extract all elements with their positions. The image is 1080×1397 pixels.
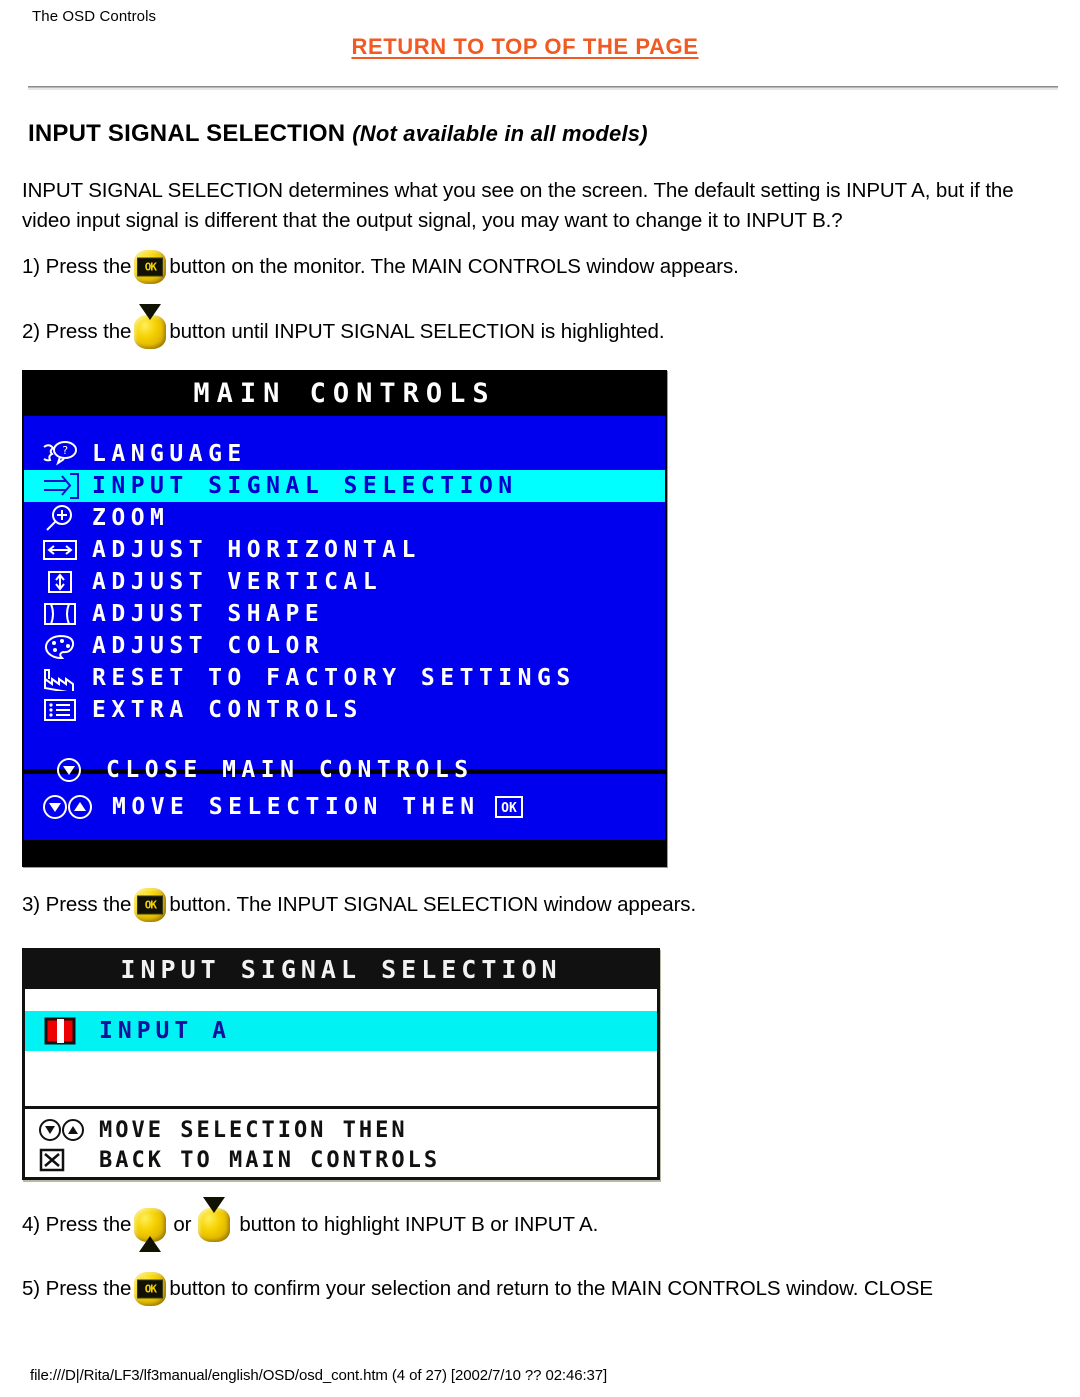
- osd-main-footer-row: MOVE SELECTION THEN OK: [24, 787, 665, 827]
- ok-glyph: OK: [137, 257, 164, 277]
- osd-input-footer: MOVE SELECTION THEN BACK TO MAIN CONTROL…: [25, 1109, 657, 1175]
- move-selection-arrows-icon: [40, 793, 112, 821]
- ok-glyph: OK: [137, 1279, 164, 1299]
- osd-item-adjust-shape[interactable]: ADJUST SHAPE: [24, 598, 665, 630]
- osd-item-adjust-shape-label: ADJUST SHAPE: [92, 600, 325, 627]
- osd-main-menu-list: ? LANGUAGE INPUT SIGNAL SELECTION ZOOM A…: [24, 416, 665, 782]
- osd-item-reset-factory-settings-label: RESET TO FACTORY SETTINGS: [92, 664, 576, 691]
- down-arrow-button-icon[interactable]: [134, 304, 167, 349]
- footer-file-path: file:///D|/Rita/LF3/lf3manual/english/OS…: [30, 1367, 608, 1384]
- step-2-text-before: 2) Press the: [22, 320, 132, 343]
- osd-input-footer-label-1: MOVE SELECTION THEN: [99, 1117, 408, 1143]
- step-5-text-before: 5) Press the: [22, 1277, 132, 1300]
- horizontal-divider: [28, 86, 1058, 90]
- osd-item-extra-controls-label: EXTRA CONTROLS: [92, 696, 363, 723]
- osd-item-adjust-color-label: ADJUST COLOR: [92, 632, 325, 659]
- step-3: 3) Press the OK button. The INPUT SIGNAL…: [22, 888, 696, 922]
- step-1-text-before: 1) Press the: [22, 255, 132, 278]
- adjust-horizontal-icon: [40, 537, 92, 563]
- ok-button-icon[interactable]: OK: [134, 888, 167, 922]
- step-3-text-before: 3) Press the: [22, 893, 132, 916]
- zoom-icon: [40, 504, 92, 532]
- osd-main-controls-window: MAIN CONTROLS ? LANGUAGE INPUT SIGNAL SE…: [22, 370, 667, 867]
- page-title-text: INPUT SIGNAL SELECTION: [28, 120, 346, 147]
- factory-reset-icon: [40, 665, 92, 691]
- osd-item-adjust-vertical-label: ADJUST VERTICAL: [92, 568, 383, 595]
- osd-input-footer-row-2: BACK TO MAIN CONTROLS: [33, 1145, 657, 1175]
- osd-item-input-signal-selection-label: INPUT SIGNAL SELECTION: [92, 472, 518, 499]
- osd-item-adjust-horizontal[interactable]: ADJUST HORIZONTAL: [24, 534, 665, 566]
- svg-text:OK: OK: [501, 801, 517, 816]
- breadcrumb: The OSD Controls: [32, 8, 157, 25]
- step-5: 5) Press the OK button to confirm your s…: [22, 1272, 933, 1306]
- down-arrow-button-icon[interactable]: [198, 1197, 231, 1242]
- osd-item-language-label: LANGUAGE: [92, 440, 247, 467]
- svg-text:?: ?: [62, 444, 69, 457]
- osd-item-adjust-horizontal-label: ADJUST HORIZONTAL: [92, 536, 421, 563]
- input-signal-icon: [40, 472, 92, 500]
- osd-input-item-input-a-label: INPUT A: [99, 1018, 231, 1044]
- osd-main-title: MAIN CONTROLS: [24, 372, 665, 416]
- step-2-text-after: button until INPUT SIGNAL SELECTION is h…: [169, 320, 665, 343]
- adjust-color-icon: [40, 633, 92, 659]
- osd-item-zoom-label: ZOOM: [92, 504, 170, 531]
- page-title-note: (Not available in all models): [352, 121, 648, 146]
- page-title: INPUT SIGNAL SELECTION (Not available in…: [28, 120, 648, 148]
- language-icon: ?: [40, 441, 92, 467]
- ok-button-icon[interactable]: OK: [134, 1272, 167, 1306]
- osd-input-list: INPUT A: [25, 989, 657, 1109]
- step-1: 1) Press the OK button on the monitor. T…: [22, 250, 739, 284]
- step-4-text-before: 4) Press the: [22, 1213, 132, 1236]
- footer-ok-icon: OK: [494, 795, 538, 819]
- osd-item-input-signal-selection[interactable]: INPUT SIGNAL SELECTION: [24, 470, 665, 502]
- osd-list-spacer: [24, 726, 665, 750]
- osd-input-footer-label-2: BACK TO MAIN CONTROLS: [99, 1147, 441, 1173]
- step-4-text-after: button to highlight INPUT B or INPUT A.: [239, 1213, 599, 1236]
- osd-item-reset-factory-settings[interactable]: RESET TO FACTORY SETTINGS: [24, 662, 665, 694]
- osd-input-title: INPUT SIGNAL SELECTION: [25, 951, 657, 989]
- ok-glyph-label: OK: [144, 1282, 157, 1296]
- ok-glyph-label: OK: [144, 260, 157, 274]
- osd-input-footer-row-1: MOVE SELECTION THEN: [33, 1115, 657, 1145]
- adjust-shape-icon: [40, 601, 92, 627]
- up-arrow-button-icon[interactable]: [134, 1208, 167, 1252]
- osd-item-zoom[interactable]: ZOOM: [24, 502, 665, 534]
- adjust-vertical-icon: [40, 569, 92, 595]
- osd-item-language[interactable]: ? LANGUAGE: [24, 438, 665, 470]
- step-3-text-after: button. The INPUT SIGNAL SELECTION windo…: [169, 893, 697, 916]
- ok-button-icon[interactable]: OK: [134, 250, 167, 284]
- input-marker-icon: [43, 1016, 99, 1046]
- osd-input-signal-window: INPUT SIGNAL SELECTION INPUT A MOVE SELE…: [22, 948, 660, 1180]
- return-to-top-container: RETURN TO TOP OF THE PAGE: [0, 34, 1080, 60]
- osd-item-adjust-vertical[interactable]: ADJUST VERTICAL: [24, 566, 665, 598]
- step-1-text-after: button on the monitor. The MAIN CONTROLS…: [169, 255, 739, 278]
- osd-item-adjust-color[interactable]: ADJUST COLOR: [24, 630, 665, 662]
- intro-paragraph: INPUT SIGNAL SELECTION determines what y…: [22, 179, 1014, 232]
- return-to-top-link[interactable]: RETURN TO TOP OF THE PAGE: [351, 34, 698, 59]
- move-selection-arrows-icon: [33, 1117, 99, 1143]
- back-to-main-icon: [33, 1147, 99, 1173]
- step-2: 2) Press the button until INPUT SIGNAL S…: [22, 304, 665, 349]
- step-4-text-or: or: [173, 1213, 192, 1236]
- extra-controls-icon: [40, 697, 92, 723]
- osd-item-close-main-controls-label: CLOSE MAIN CONTROLS: [106, 756, 474, 783]
- ok-glyph-label: OK: [144, 898, 157, 912]
- close-down-icon: [54, 756, 106, 784]
- ok-glyph: OK: [137, 895, 164, 915]
- osd-item-extra-controls[interactable]: EXTRA CONTROLS: [24, 694, 665, 726]
- osd-input-item-input-a[interactable]: INPUT A: [25, 1011, 657, 1051]
- osd-main-footer-label: MOVE SELECTION THEN: [112, 793, 480, 820]
- step-5-text-after: button to confirm your selection and ret…: [169, 1277, 933, 1300]
- step-4: 4) Press the or button to highlight INPU…: [22, 1197, 599, 1252]
